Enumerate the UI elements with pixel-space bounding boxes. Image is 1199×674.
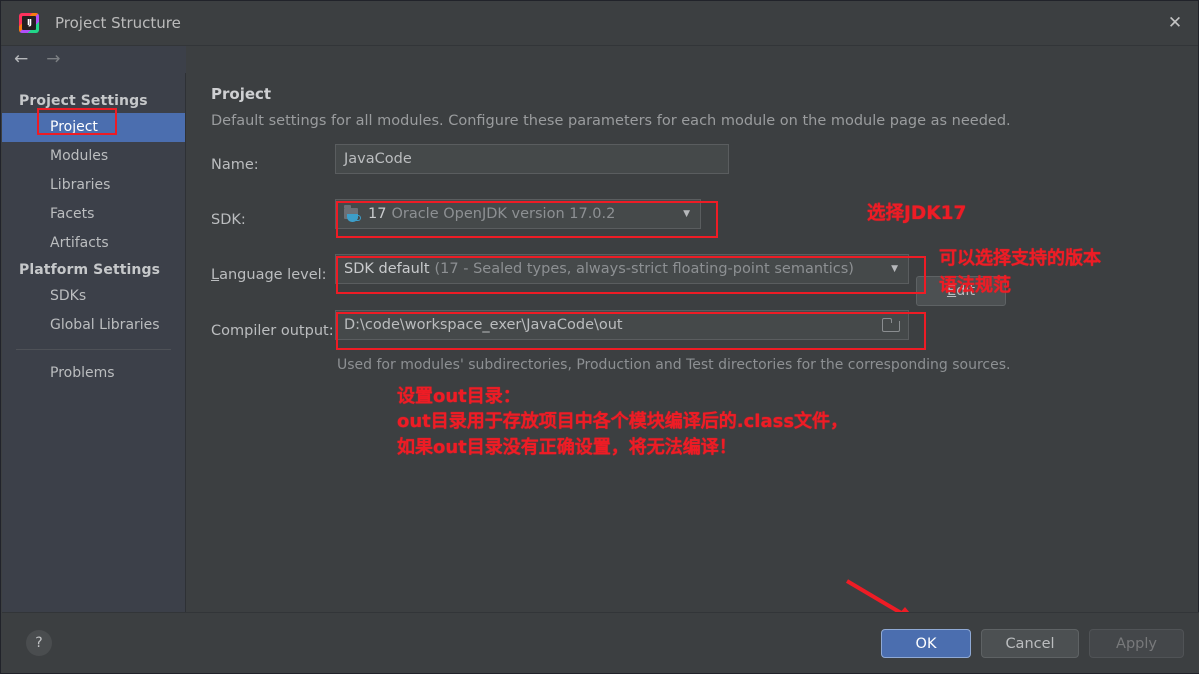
- sidebar-item-facets[interactable]: Facets: [2, 200, 185, 229]
- compiler-output-input[interactable]: D:\code\workspace_exer\JavaCode\out: [335, 310, 909, 340]
- compiler-output-hint: Used for modules' subdirectories, Produc…: [337, 357, 1011, 373]
- cancel-button[interactable]: Cancel: [981, 629, 1079, 658]
- sidebar-item-artifacts[interactable]: Artifacts: [2, 229, 185, 258]
- sidebar-item-problems[interactable]: Problems: [2, 359, 185, 388]
- sdk-version-number: 17: [368, 206, 387, 222]
- apply-button[interactable]: Apply: [1089, 629, 1184, 658]
- project-settings-panel: Project Default settings for all modules…: [187, 73, 1198, 612]
- help-icon[interactable]: ?: [26, 630, 52, 656]
- annotation-sdk-note: 选择JDK17: [867, 203, 967, 224]
- back-arrow-icon[interactable]: ←: [14, 51, 28, 68]
- chevron-down-icon[interactable]: ▼: [683, 209, 692, 219]
- language-level-combobox[interactable]: SDK default (17 - Sealed types, always-s…: [335, 254, 909, 284]
- project-name-input[interactable]: JavaCode: [335, 144, 729, 174]
- annotation-language-note-line1: 可以选择支持的版本: [939, 248, 1101, 269]
- sidebar-divider: [16, 349, 171, 350]
- compiler-output-label: Compiler output:: [211, 323, 334, 339]
- project-structure-dialog: IJ Project Structure ✕ ← → Project Setti…: [0, 0, 1199, 674]
- annotation-out-note-line3: 如果out目录没有正确设置，将无法编译！: [397, 437, 737, 458]
- sdk-version-description: Oracle OpenJDK version 17.0.2: [391, 206, 616, 222]
- sdk-combobox[interactable]: 17 Oracle OpenJDK version 17.0.2 ▼: [335, 199, 701, 229]
- ok-button[interactable]: OK: [881, 629, 971, 658]
- intellij-idea-icon: IJ: [19, 13, 39, 33]
- language-level-value: SDK default: [344, 261, 430, 277]
- sdk-label: SDK:: [211, 212, 246, 228]
- annotation-out-note-line1: 设置out目录：: [397, 386, 521, 407]
- dialog-footer: ? OK Cancel Apply: [2, 612, 1199, 673]
- sidebar-item-global-libraries[interactable]: Global Libraries: [2, 311, 185, 340]
- page-subtitle: Default settings for all modules. Config…: [211, 113, 1011, 129]
- compiler-output-value: D:\code\workspace_exer\JavaCode\out: [344, 317, 623, 333]
- navigation-row: ← →: [2, 46, 186, 73]
- annotation-language-note-line2: 语法规范: [939, 275, 1011, 296]
- forward-arrow-icon[interactable]: →: [46, 51, 60, 68]
- close-icon[interactable]: ✕: [1152, 1, 1198, 45]
- sidebar-item-libraries[interactable]: Libraries: [2, 171, 185, 200]
- language-level-label: Language level:: [211, 267, 327, 283]
- name-label: Name:: [211, 157, 259, 173]
- title-bar: IJ Project Structure ✕: [1, 1, 1198, 46]
- browse-folder-icon[interactable]: [882, 318, 900, 332]
- language-level-description: (17 - Sealed types, always-strict floati…: [434, 261, 854, 277]
- project-name-value: JavaCode: [344, 151, 412, 167]
- annotation-out-note-line2: out目录用于存放项目中各个模块编译后的.class文件，: [397, 411, 849, 432]
- sidebar-group-project-settings: Project Settings: [19, 93, 148, 109]
- sidebar-group-platform-settings: Platform Settings: [19, 262, 161, 278]
- window-title: Project Structure: [55, 14, 181, 32]
- sidebar-item-sdks[interactable]: SDKs: [2, 282, 185, 311]
- sidebar-item-modules[interactable]: Modules: [2, 142, 185, 171]
- settings-sidebar: Project Settings Project Modules Librari…: [2, 73, 186, 612]
- sidebar-item-project[interactable]: Project: [2, 113, 185, 142]
- nav-row-filler: [186, 46, 1198, 73]
- chevron-down-icon[interactable]: ▼: [891, 264, 900, 274]
- page-title: Project: [211, 85, 272, 103]
- jdk-icon: [344, 204, 361, 222]
